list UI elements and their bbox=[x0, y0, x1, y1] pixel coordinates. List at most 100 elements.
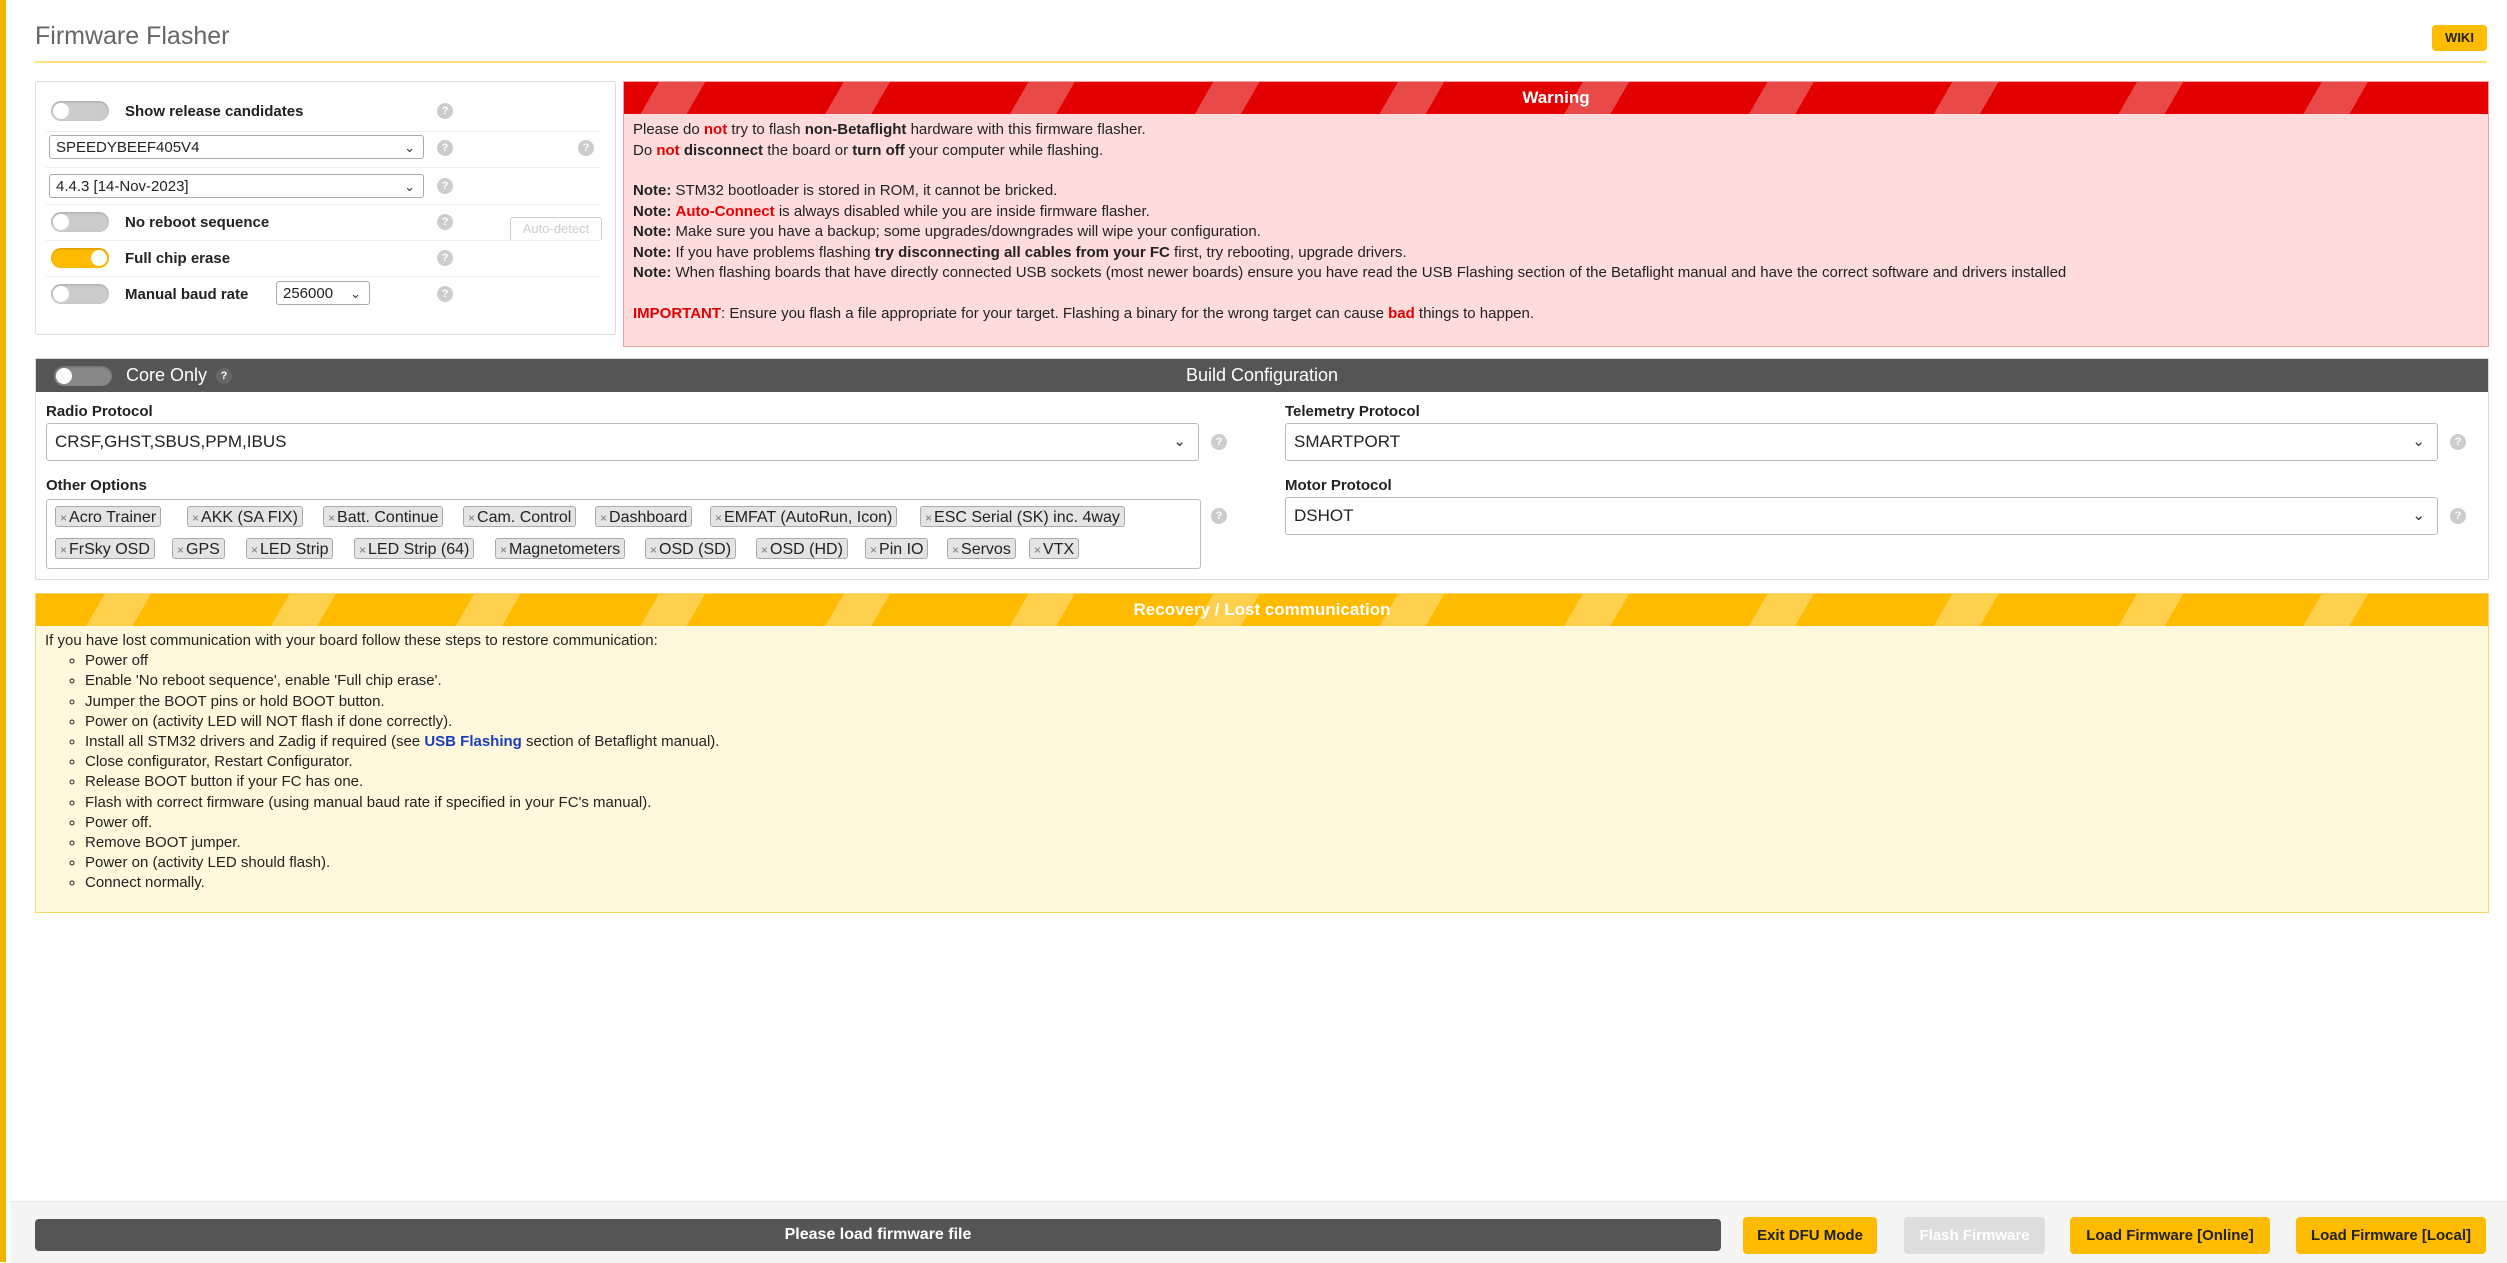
remove-icon[interactable]: × bbox=[251, 543, 258, 557]
option-tag[interactable]: × Servos bbox=[947, 538, 1016, 559]
remove-icon[interactable]: × bbox=[500, 543, 507, 557]
page-title: Firmware Flasher bbox=[35, 22, 230, 50]
load-firmware-online-button[interactable]: Load Firmware [Online] bbox=[2070, 1217, 2270, 1254]
list-item: Install all STM32 drivers and Zadig if r… bbox=[85, 732, 2479, 752]
option-tag[interactable]: × EMFAT (AutoRun, Icon) bbox=[710, 506, 898, 527]
manual-baud-toggle[interactable] bbox=[51, 284, 109, 304]
option-tag[interactable]: × Dashboard bbox=[595, 506, 693, 527]
option-tag[interactable]: × Magnetometers bbox=[495, 538, 626, 559]
remove-icon[interactable]: × bbox=[715, 511, 722, 525]
chevron-down-icon: ⌄ bbox=[404, 179, 415, 194]
warning-line: Do not disconnect the board or turn off … bbox=[633, 141, 1104, 159]
chevron-down-icon: ⌄ bbox=[2412, 507, 2425, 524]
remove-icon[interactable]: × bbox=[359, 543, 366, 557]
option-tag[interactable]: × AKK (SA FIX) bbox=[187, 506, 303, 527]
option-tag[interactable]: × Acro Trainer bbox=[55, 506, 162, 527]
remove-icon[interactable]: × bbox=[60, 511, 67, 525]
warning-note: Note: Make sure you have a backup; some … bbox=[633, 223, 1261, 240]
remove-icon[interactable]: × bbox=[468, 511, 475, 525]
option-manual-baud-rate: Manual baud rate bbox=[51, 276, 248, 312]
option-tag[interactable]: × Cam. Control bbox=[463, 506, 577, 527]
option-tag[interactable]: × LED Strip bbox=[246, 538, 334, 559]
remove-icon[interactable]: × bbox=[328, 511, 335, 525]
help-icon[interactable]: ? bbox=[216, 368, 232, 384]
option-tag[interactable]: × OSD (HD) bbox=[756, 538, 848, 559]
list-item: Release BOOT button if your FC has one. bbox=[85, 772, 2479, 792]
board-select-value: SPEEDYBEEF405V4 bbox=[56, 139, 200, 156]
list-item: Power off. bbox=[85, 813, 2479, 833]
option-tag[interactable]: × Pin IO bbox=[865, 538, 929, 559]
divider bbox=[46, 167, 601, 168]
firmware-version-value: 4.4.3 [14-Nov-2023] bbox=[56, 178, 189, 195]
help-icon[interactable]: ? bbox=[1211, 434, 1227, 450]
core-only-toggle[interactable] bbox=[54, 366, 112, 386]
option-label: Show release candidates bbox=[125, 102, 304, 120]
help-icon[interactable]: ? bbox=[437, 103, 453, 119]
remove-icon[interactable]: × bbox=[650, 543, 657, 557]
other-options-select[interactable]: × Acro Trainer × AKK (SA FIX) × Batt. Conti… bbox=[46, 499, 1201, 569]
remove-icon[interactable]: × bbox=[925, 511, 932, 525]
auto-detect-button[interactable]: Auto-detect bbox=[510, 217, 602, 241]
build-header: Build Configuration Core Only ? bbox=[36, 359, 2488, 392]
option-no-reboot-sequence: No reboot sequence bbox=[51, 204, 269, 240]
option-tag[interactable]: × GPS bbox=[172, 538, 225, 559]
telemetry-protocol-value: SMARTPORT bbox=[1294, 432, 1401, 451]
option-tag[interactable]: × ESC Serial (SK) inc. 4way bbox=[920, 506, 1125, 527]
recovery-intro: If you have lost communication with your… bbox=[45, 632, 658, 649]
help-icon[interactable]: ? bbox=[437, 250, 453, 266]
motor-protocol-select[interactable]: DSHOT ⌄ bbox=[1285, 497, 2438, 535]
option-tag[interactable]: × Batt. Continue bbox=[323, 506, 444, 527]
progress-bar: Please load firmware file bbox=[35, 1219, 1721, 1251]
help-icon[interactable]: ? bbox=[578, 140, 594, 156]
load-firmware-local-button[interactable]: Load Firmware [Local] bbox=[2296, 1217, 2486, 1254]
firmware-version-select[interactable]: 4.4.3 [14-Nov-2023] ⌄ bbox=[49, 174, 424, 198]
option-tag[interactable]: × OSD (SD) bbox=[645, 538, 737, 559]
help-icon[interactable]: ? bbox=[437, 140, 453, 156]
option-tag[interactable]: × FrSky OSD bbox=[55, 538, 155, 559]
no-reboot-toggle[interactable] bbox=[51, 212, 109, 232]
option-label: No reboot sequence bbox=[125, 213, 270, 231]
help-icon[interactable]: ? bbox=[2450, 434, 2466, 450]
build-title: Build Configuration bbox=[1185, 365, 1339, 385]
list-item: Power on (activity LED should flash). bbox=[85, 853, 2479, 873]
board-select[interactable]: SPEEDYBEEF405V4 ⌄ bbox=[49, 135, 424, 159]
list-item: Flash with correct firmware (using manua… bbox=[85, 793, 2479, 813]
left-accent-bar bbox=[0, 0, 11, 1262]
remove-icon[interactable]: × bbox=[952, 543, 959, 557]
option-show-release-candidates: Show release candidates bbox=[51, 93, 303, 129]
option-tag[interactable]: × LED Strip (64) bbox=[354, 538, 475, 559]
help-icon[interactable]: ? bbox=[1211, 508, 1227, 524]
wiki-button[interactable]: WIKI bbox=[2432, 25, 2487, 51]
list-item: Enable 'No reboot sequence', enable 'Ful… bbox=[85, 671, 2479, 691]
radio-protocol-select[interactable]: CRSF,GHST,SBUS,PPM,IBUS ⌄ bbox=[46, 423, 1199, 461]
motor-protocol-label: Motor Protocol bbox=[1285, 477, 1392, 494]
other-options-label: Other Options bbox=[46, 477, 147, 494]
full-chip-erase-toggle[interactable] bbox=[51, 248, 109, 268]
option-label: Full chip erase bbox=[125, 249, 231, 267]
help-icon[interactable]: ? bbox=[2450, 508, 2466, 524]
core-only-label: Core Only bbox=[126, 365, 208, 385]
remove-icon[interactable]: × bbox=[192, 511, 199, 525]
remove-icon[interactable]: × bbox=[761, 543, 768, 557]
remove-icon[interactable]: × bbox=[870, 543, 877, 557]
release-candidates-toggle[interactable] bbox=[51, 101, 109, 121]
radio-protocol-value: CRSF,GHST,SBUS,PPM,IBUS bbox=[55, 432, 287, 451]
warning-title: Warning bbox=[624, 82, 2488, 114]
recovery-text: If you have lost communication with your… bbox=[36, 626, 2488, 899]
help-icon[interactable]: ? bbox=[437, 286, 453, 302]
remove-icon[interactable]: × bbox=[60, 543, 67, 557]
divider bbox=[46, 131, 601, 132]
exit-dfu-button[interactable]: Exit DFU Mode bbox=[1743, 1217, 1877, 1254]
help-icon[interactable]: ? bbox=[437, 178, 453, 194]
help-icon[interactable]: ? bbox=[437, 214, 453, 230]
chevron-down-icon: ⌄ bbox=[404, 140, 415, 155]
option-tag[interactable]: × VTX bbox=[1029, 538, 1080, 559]
remove-icon[interactable]: × bbox=[177, 543, 184, 557]
remove-icon[interactable]: × bbox=[600, 511, 607, 525]
warning-note: Note: STM32 bootloader is stored in ROM,… bbox=[633, 182, 1058, 199]
telemetry-protocol-select[interactable]: SMARTPORT ⌄ bbox=[1285, 423, 2438, 461]
flash-firmware-button[interactable]: Flash Firmware bbox=[1904, 1217, 2045, 1254]
baud-rate-select[interactable]: 256000 ⌄ bbox=[276, 281, 370, 305]
remove-icon[interactable]: × bbox=[1034, 543, 1041, 557]
usb-flashing-link[interactable]: USB Flashing bbox=[424, 733, 522, 750]
